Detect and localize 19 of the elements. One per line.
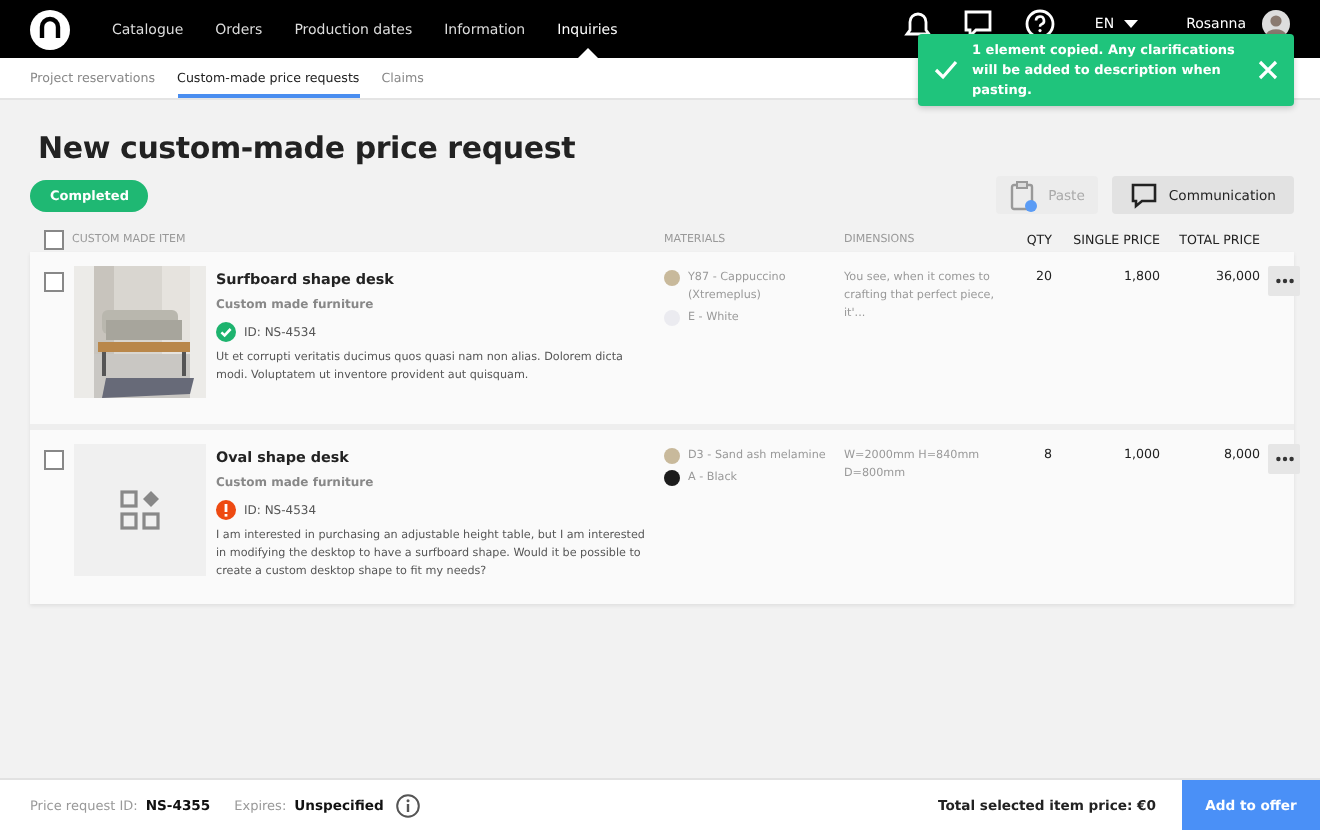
dots-icon	[1275, 456, 1293, 462]
checkbox[interactable]	[44, 272, 64, 292]
logo-icon	[30, 9, 70, 49]
checkbox[interactable]	[44, 450, 64, 470]
chat-icon	[1130, 181, 1159, 209]
more-button[interactable]	[1268, 444, 1300, 474]
page-title: New custom-made price request	[38, 130, 578, 166]
checkbox[interactable]	[44, 229, 64, 249]
placeholder-image-icon	[120, 490, 160, 530]
caret-icon	[1124, 20, 1139, 28]
bell-icon	[904, 8, 933, 40]
info-icon	[395, 793, 420, 817]
check-icon	[934, 60, 958, 80]
close-icon	[1258, 60, 1278, 80]
more-button[interactable]	[1268, 266, 1300, 296]
dots-icon	[1275, 278, 1293, 284]
help-icon	[1024, 8, 1057, 40]
clipboard-icon	[1010, 179, 1039, 211]
chat-icon	[962, 8, 995, 40]
